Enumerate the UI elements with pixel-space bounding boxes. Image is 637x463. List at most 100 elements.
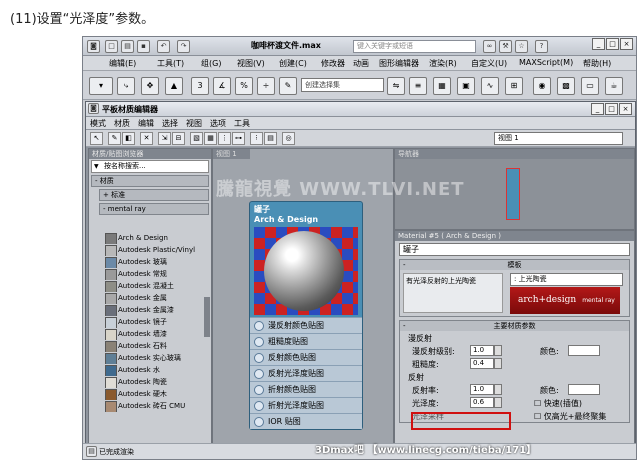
main-params-header[interactable]: - 主要材质参数 <box>400 321 629 331</box>
node-slot[interactable]: 反射光泽度贴图 <box>250 365 362 381</box>
slot-socket-icon[interactable] <box>254 369 264 379</box>
favorites-icon[interactable]: ☆ <box>515 40 528 53</box>
material-list-item[interactable]: Autodesk 玻璃 <box>105 256 201 268</box>
menu-animation[interactable]: 动画 <box>353 58 369 69</box>
editor-menu-modes[interactable]: 模式 <box>90 118 106 129</box>
material-list-item[interactable]: Autodesk 金属 <box>105 292 201 304</box>
show-background-icon[interactable]: ▦ <box>204 132 217 145</box>
editor-menu-utilities[interactable]: 工具 <box>234 118 250 129</box>
rollout-materials[interactable]: - 材质 <box>91 175 209 187</box>
help-search-input[interactable]: 键入关键字或短语 <box>353 40 476 53</box>
browser-search-input[interactable]: 按名称搜索... <box>91 160 209 173</box>
redo-icon[interactable]: ↷ <box>177 40 190 53</box>
editor-minimize-icon[interactable]: _ <box>591 103 604 115</box>
layer-manager-icon[interactable]: ▦ <box>433 77 451 95</box>
assign-material-icon[interactable]: ◧ <box>122 132 135 145</box>
slot-socket-icon[interactable] <box>254 401 264 411</box>
move-icon[interactable]: ✥ <box>141 77 159 95</box>
node-slot[interactable]: 漫反射颜色贴图 <box>250 317 362 333</box>
templates-rollout-header[interactable]: - 模板 <box>400 260 629 270</box>
help-icon[interactable]: ? <box>535 40 548 53</box>
open-file-icon[interactable]: ▤ <box>121 40 134 53</box>
glossiness-input[interactable]: 0.6 <box>470 397 494 408</box>
select-tool-icon[interactable]: ↖ <box>90 132 103 145</box>
material-list-item[interactable]: Autodesk 砖石 CMU <box>105 400 201 412</box>
percent-snap-icon[interactable]: % <box>235 77 253 95</box>
menu-views[interactable]: 视图(V) <box>237 58 265 69</box>
node-slot[interactable]: 折射颜色贴图 <box>250 381 362 397</box>
menu-maxscript[interactable]: MAXScript(M) <box>519 58 573 67</box>
material-list-item[interactable]: Autodesk 镜子 <box>105 316 201 328</box>
material-list-item[interactable]: Autodesk 墙漆 <box>105 328 201 340</box>
pick-material-icon[interactable]: ✎ <box>108 132 121 145</box>
material-list-item[interactable]: Autodesk 实心玻璃 <box>105 352 201 364</box>
fast-interp-checkbox[interactable]: ☐ 快速(插值) <box>534 398 582 409</box>
hide-unused-icon[interactable]: ⊟ <box>172 132 185 145</box>
show-navigator-icon[interactable]: ▤ <box>264 132 277 145</box>
align-icon[interactable]: ≡ <box>409 77 427 95</box>
highlights-only-checkbox[interactable]: ☐ 仅高光+最终聚集 <box>534 411 606 422</box>
curve-editor-icon[interactable]: ∿ <box>481 77 499 95</box>
material-list-item[interactable]: Autodesk 混凝土 <box>105 280 201 292</box>
editor-menu-view[interactable]: 视图 <box>186 118 202 129</box>
node-slot[interactable]: IOR 贴图 <box>250 413 362 429</box>
slot-socket-icon[interactable] <box>254 385 264 395</box>
move-children-icon[interactable]: ⇲ <box>158 132 171 145</box>
material-list-item[interactable]: Autodesk 石料 <box>105 340 201 352</box>
menu-graph-editors[interactable]: 图形编辑器 <box>379 58 419 69</box>
node-slot[interactable]: 反射颜色贴图 <box>250 349 362 365</box>
slot-socket-icon[interactable] <box>254 321 264 331</box>
delete-icon[interactable]: ✕ <box>140 132 153 145</box>
menu-group[interactable]: 组(G) <box>201 58 221 69</box>
material-list-item[interactable]: Arch & Design <box>105 232 201 244</box>
rollout-standard[interactable]: + 标准 <box>99 189 209 201</box>
material-name-field[interactable]: 罐子 <box>399 243 630 256</box>
graphite-icon[interactable]: ▣ <box>457 77 475 95</box>
menu-create[interactable]: 创建(C) <box>279 58 307 69</box>
editor-menu-edit[interactable]: 编辑 <box>138 118 154 129</box>
template-dropdown[interactable]: : 上光陶瓷 <box>510 273 623 286</box>
view-select-dropdown[interactable]: 视图 1 <box>494 132 623 145</box>
rollout-mental-ray[interactable]: - mental ray <box>99 203 209 215</box>
reflectivity-input[interactable]: 1.0 <box>470 384 494 395</box>
material-list-item[interactable]: Autodesk Plastic/Vinyl <box>105 244 201 256</box>
menu-modifiers[interactable]: 修改器 <box>321 58 345 69</box>
mirror-icon[interactable]: ⇋ <box>387 77 405 95</box>
angle-snap-icon[interactable]: ∡ <box>213 77 231 95</box>
node-slot[interactable]: 粗糙度贴图 <box>250 333 362 349</box>
spinner-snap-icon[interactable]: ÷ <box>257 77 275 95</box>
roughness-spinner[interactable] <box>494 358 502 369</box>
material-list-item[interactable]: Autodesk 金属漆 <box>105 304 201 316</box>
edit-named-selection-icon[interactable]: ✎ <box>279 77 297 95</box>
show-map-icon[interactable]: ▧ <box>190 132 203 145</box>
material-id-icon[interactable]: ⁝ <box>250 132 263 145</box>
menu-rendering[interactable]: 渲染(R) <box>429 58 457 69</box>
rendered-frame-icon[interactable]: ▭ <box>581 77 599 95</box>
glossiness-spinner[interactable] <box>494 397 502 408</box>
editor-menu-select[interactable]: 选择 <box>162 118 178 129</box>
menu-help[interactable]: 帮助(H) <box>583 58 611 69</box>
slot-socket-icon[interactable] <box>254 417 264 427</box>
layout-children-icon[interactable]: ⊶ <box>232 132 245 145</box>
editor-maximize-icon[interactable]: □ <box>605 103 618 115</box>
editor-menu-options[interactable]: 选项 <box>210 118 226 129</box>
selection-filter-dropdown[interactable]: ▾ <box>89 77 113 95</box>
menu-edit[interactable]: 编辑(E) <box>109 58 136 69</box>
schematic-view-icon[interactable]: ⊞ <box>505 77 523 95</box>
render-icon[interactable]: ☕ <box>605 77 623 95</box>
node-slot[interactable]: 折射光泽度贴图 <box>250 397 362 413</box>
menu-customize[interactable]: 自定义(U) <box>471 58 507 69</box>
subscription-icon[interactable]: ⚒ <box>499 40 512 53</box>
material-list-item[interactable]: Autodesk 硬木 <box>105 388 201 400</box>
maximize-icon[interactable]: □ <box>606 38 619 50</box>
named-selection-set-input[interactable]: 创建选择集 <box>301 78 384 92</box>
layout-all-icon[interactable]: ⋮ <box>218 132 231 145</box>
select-link-icon[interactable]: ⤷ <box>117 77 135 95</box>
pick-from-object-icon[interactable]: ◎ <box>282 132 295 145</box>
reflectivity-spinner[interactable] <box>494 384 502 395</box>
editor-menu-material[interactable]: 材质 <box>114 118 130 129</box>
close-icon[interactable]: × <box>620 38 633 50</box>
diffuse-color-swatch[interactable] <box>568 345 600 356</box>
navigator-node-thumbnail[interactable] <box>506 168 520 220</box>
slot-socket-icon[interactable] <box>254 353 264 363</box>
